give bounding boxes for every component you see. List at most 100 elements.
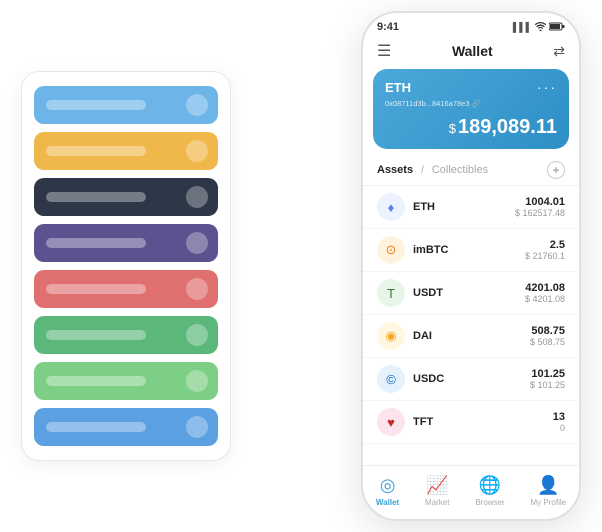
asset-name-usdc: USDC [413,373,530,385]
card-icon-3 [186,186,208,208]
card-row-4[interactable] [34,224,218,262]
asset-item-usdc[interactable]: © USDC 101.25 $ 101.25 [363,358,579,401]
card-icon-4 [186,232,208,254]
asset-amounts-dai: 508.75 $ 508.75 [530,325,565,347]
card-label-5 [46,284,146,294]
nav-label-wallet: Wallet [376,498,399,507]
card-label-7 [46,376,146,386]
asset-icon-eth: ♦ [377,193,405,221]
eth-card-address: 0x08711d3b...8416a78e3 🔗 [385,99,557,108]
eth-card-options[interactable]: ··· [537,79,557,95]
nav-item-wallet[interactable]: ◎ Wallet [376,475,399,507]
card-row-3[interactable] [34,178,218,216]
asset-amount-main-imbtc: 2.5 [525,239,565,251]
asset-amounts-imbtc: 2.5 $ 21760.1 [525,239,565,261]
battery-icon [549,22,565,33]
card-row-6[interactable] [34,316,218,354]
nav-item-my-profile[interactable]: 👤 My Profile [531,475,567,507]
asset-amount-usd-imbtc: $ 21760.1 [525,251,565,261]
nav-icon-browser: 🌐 [479,475,501,496]
card-label-8 [46,422,146,432]
add-asset-button[interactable]: + [547,161,565,179]
asset-name-tft: TFT [413,416,553,428]
asset-amounts-tft: 13 0 [553,411,565,433]
scene: 9:41 ▌▌▌ ☰ Wallet ⇄ ETH ··· [11,11,591,521]
bottom-nav: ◎ Wallet 📈 Market 🌐 Browser 👤 My Profile [363,465,579,519]
asset-amount-usd-usdc: $ 101.25 [530,380,565,390]
scan-icon[interactable]: ⇄ [553,43,565,60]
nav-icon-wallet: ◎ [380,475,396,496]
signal-icon: ▌▌▌ [513,22,532,32]
asset-amount-main-eth: 1004.01 [515,196,565,208]
asset-item-eth[interactable]: ♦ ETH 1004.01 $ 162517.48 [363,186,579,229]
card-icon-7 [186,370,208,392]
card-icon-2 [186,140,208,162]
nav-label-market: Market [425,498,449,507]
card-row-5[interactable] [34,270,218,308]
eth-card[interactable]: ETH ··· 0x08711d3b...8416a78e3 🔗 $189,08… [373,69,569,149]
asset-amount-usd-usdt: $ 4201.08 [525,294,565,304]
assets-header: Assets / Collectibles + [363,157,579,186]
nav-item-browser[interactable]: 🌐 Browser [475,475,504,507]
asset-item-imbtc[interactable]: ⊙ imBTC 2.5 $ 21760.1 [363,229,579,272]
phone-header: ☰ Wallet ⇄ [363,37,579,69]
asset-icon-usdc: © [377,365,405,393]
asset-amounts-eth: 1004.01 $ 162517.48 [515,196,565,218]
asset-name-eth: ETH [413,201,515,213]
card-label-1 [46,100,146,110]
asset-icon-usdt: T [377,279,405,307]
status-time: 9:41 [377,21,399,33]
card-icon-1 [186,94,208,116]
nav-item-market[interactable]: 📈 Market [425,475,449,507]
nav-label-my-profile: My Profile [531,498,567,507]
asset-amounts-usdt: 4201.08 $ 4201.08 [525,282,565,304]
asset-amounts-usdc: 101.25 $ 101.25 [530,368,565,390]
asset-amount-usd-eth: $ 162517.48 [515,208,565,218]
card-row-8[interactable] [34,408,218,446]
tab-collectibles[interactable]: Collectibles [432,164,488,176]
asset-icon-tft: ♥ [377,408,405,436]
asset-name-imbtc: imBTC [413,244,525,256]
asset-amount-main-usdt: 4201.08 [525,282,565,294]
asset-name-usdt: USDT [413,287,525,299]
asset-amount-main-usdc: 101.25 [530,368,565,380]
card-icon-6 [186,324,208,346]
eth-card-name: ETH [385,80,411,95]
tab-separator: / [421,165,424,176]
card-row-1[interactable] [34,86,218,124]
wifi-icon [535,22,546,33]
asset-amount-usd-dai: $ 508.75 [530,337,565,347]
phone: 9:41 ▌▌▌ ☰ Wallet ⇄ ETH ··· [361,11,581,521]
eth-address-link-icon: 🔗 [472,99,481,108]
tab-assets[interactable]: Assets [377,164,413,176]
asset-list: ♦ ETH 1004.01 $ 162517.48 ⊙ imBTC 2.5 $ … [363,186,579,444]
left-panel [21,71,231,461]
menu-icon[interactable]: ☰ [377,41,391,61]
card-row-7[interactable] [34,362,218,400]
asset-amount-main-tft: 13 [553,411,565,423]
nav-label-browser: Browser [475,498,504,507]
card-row-2[interactable] [34,132,218,170]
balance-amount: 189,089.11 [458,116,557,138]
nav-icon-market: 📈 [426,475,448,496]
status-bar: 9:41 ▌▌▌ [363,13,579,37]
eth-address-text: 0x08711d3b...8416a78e3 [385,99,470,108]
asset-amount-main-dai: 508.75 [530,325,565,337]
eth-card-top: ETH ··· [385,79,557,95]
page-title: Wallet [452,43,493,59]
balance-dollar-sign: $ [449,121,456,136]
card-label-4 [46,238,146,248]
asset-item-usdt[interactable]: T USDT 4201.08 $ 4201.08 [363,272,579,315]
asset-item-tft[interactable]: ♥ TFT 13 0 [363,401,579,444]
card-label-3 [46,192,146,202]
asset-icon-dai: ◉ [377,322,405,350]
asset-amount-usd-tft: 0 [553,423,565,433]
asset-item-dai[interactable]: ◉ DAI 508.75 $ 508.75 [363,315,579,358]
asset-name-dai: DAI [413,330,530,342]
card-icon-8 [186,416,208,438]
card-label-2 [46,146,146,156]
assets-tabs: Assets / Collectibles [377,164,488,176]
asset-icon-imbtc: ⊙ [377,236,405,264]
card-label-6 [46,330,146,340]
eth-card-balance: $189,089.11 [385,116,557,139]
